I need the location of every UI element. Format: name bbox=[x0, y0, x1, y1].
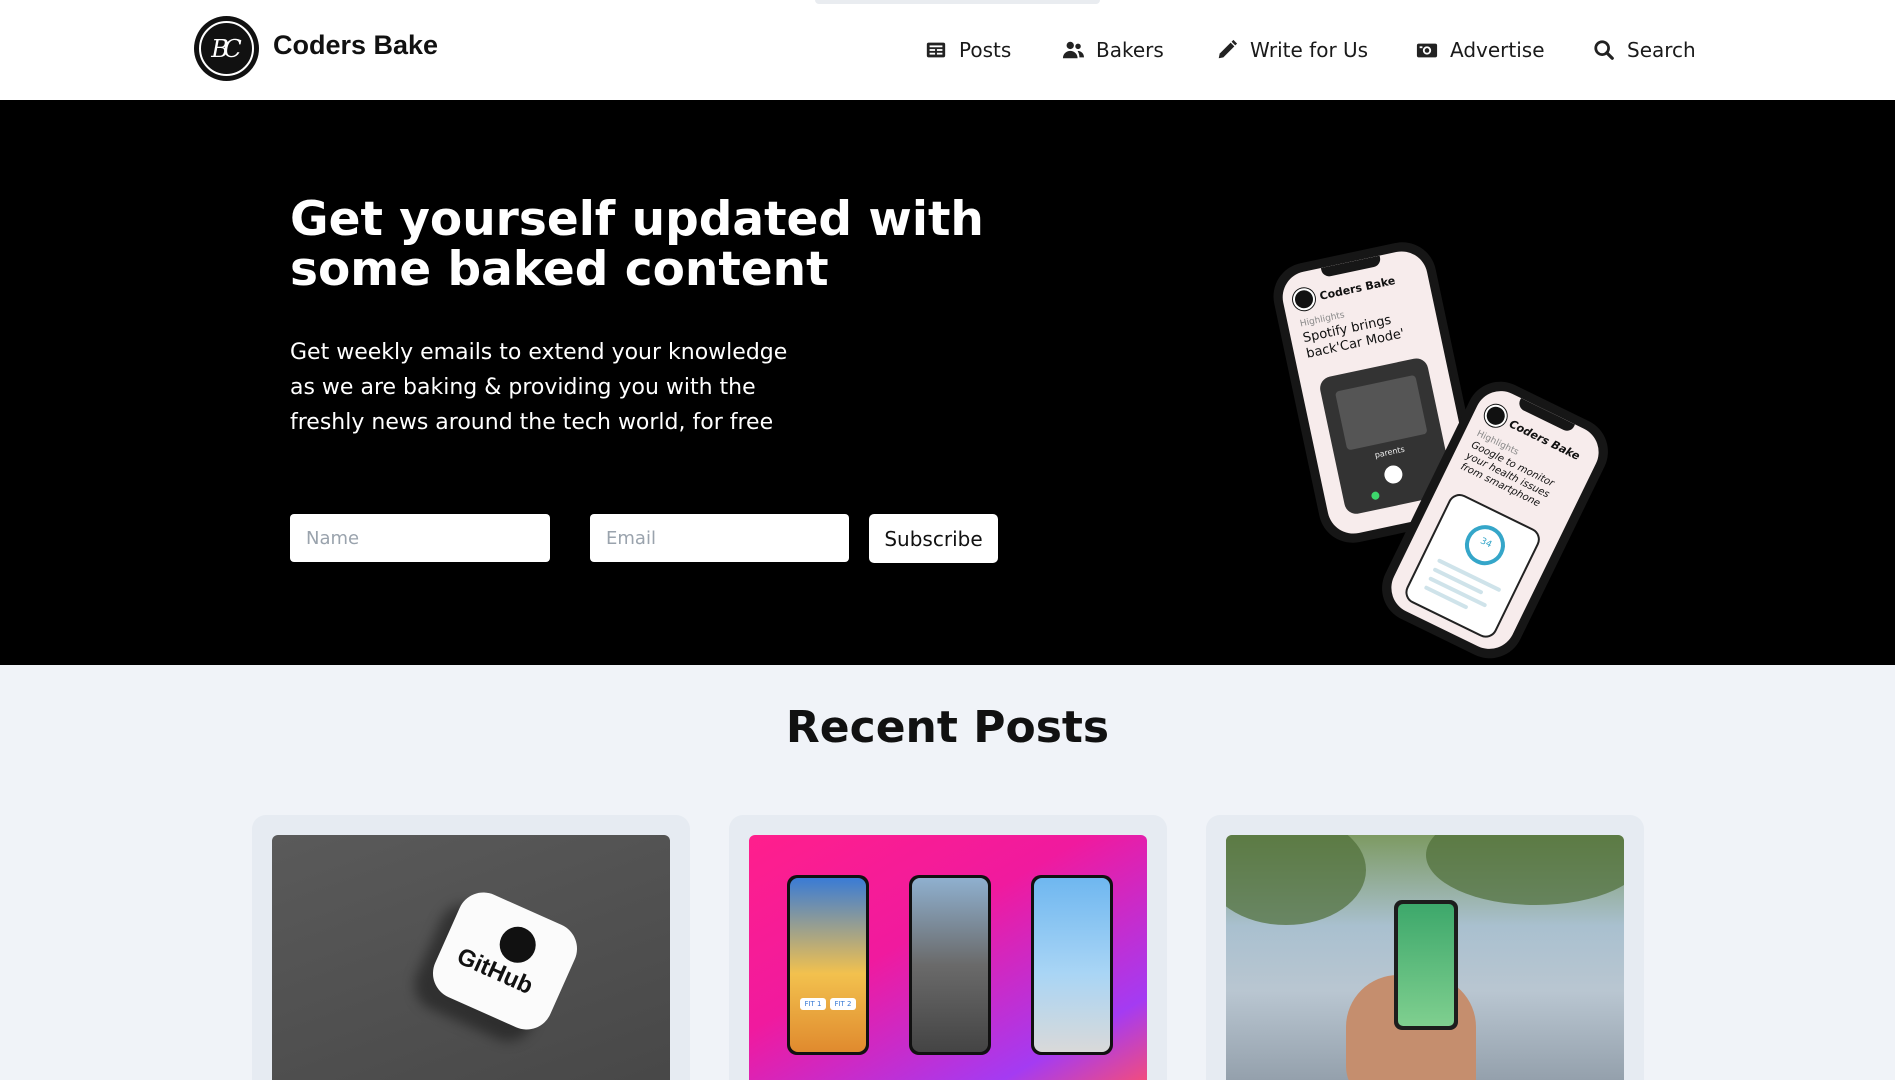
pencil-icon bbox=[1218, 39, 1238, 59]
heart-icon bbox=[1370, 490, 1381, 501]
nav-posts-label: Posts bbox=[959, 38, 1012, 62]
post-image-reels[interactable]: FIT 1 FIT 2 bbox=[749, 835, 1147, 1080]
phone-logo-icon bbox=[1290, 286, 1318, 313]
reels-screen bbox=[1034, 878, 1110, 1052]
tree-shape bbox=[1226, 835, 1366, 925]
phone-logo-icon bbox=[1481, 401, 1511, 431]
reels-phone: FIT 1 FIT 2 bbox=[787, 875, 869, 1055]
nav-advertise[interactable]: Advertise bbox=[1416, 35, 1545, 65]
hero-description: Get weekly emails to extend your knowled… bbox=[290, 340, 788, 435]
handheld-phone bbox=[1394, 900, 1458, 1030]
nav-bakers-label: Bakers bbox=[1096, 38, 1164, 62]
header-tab-shadow bbox=[815, 0, 1100, 4]
reels-phone bbox=[1031, 875, 1113, 1055]
newspaper-icon bbox=[926, 42, 946, 58]
phone-brand-label: Coders Bake bbox=[1318, 273, 1397, 303]
email-input[interactable] bbox=[590, 514, 849, 562]
site-header: BC Coders Bake Posts Bakers Write for Us… bbox=[0, 0, 1895, 100]
post-image-github[interactable]: GitHub bbox=[272, 835, 670, 1080]
post-card[interactable]: GitHub bbox=[252, 815, 690, 1080]
play-icon bbox=[1382, 463, 1405, 486]
reels-phone bbox=[909, 875, 991, 1055]
main-nav: Posts Bakers Write for Us Advertise Sear… bbox=[0, 35, 1895, 65]
reels-tag: FIT 2 bbox=[830, 998, 856, 1010]
name-input[interactable] bbox=[290, 514, 550, 562]
users-icon bbox=[1062, 41, 1084, 59]
tree-shape bbox=[1426, 835, 1624, 905]
post-image-pokemon-go[interactable] bbox=[1226, 835, 1624, 1080]
nav-write-for-us-label: Write for Us bbox=[1250, 38, 1369, 62]
health-ring-value: 34 bbox=[1478, 536, 1494, 551]
nav-posts[interactable]: Posts bbox=[925, 35, 1011, 65]
health-ring-icon: 34 bbox=[1458, 518, 1512, 572]
ad-icon bbox=[1416, 43, 1438, 58]
health-card: 34 bbox=[1401, 489, 1544, 642]
nav-bakers[interactable]: Bakers bbox=[1062, 35, 1164, 65]
subscribe-button[interactable]: Subscribe bbox=[869, 514, 998, 563]
post-card[interactable]: FIT 1 FIT 2 bbox=[729, 815, 1167, 1080]
reels-screen: FIT 1 FIT 2 bbox=[790, 878, 866, 1052]
nav-write-for-us[interactable]: Write for Us bbox=[1216, 35, 1368, 65]
post-card[interactable] bbox=[1206, 815, 1644, 1080]
nav-search-label: Search bbox=[1627, 38, 1696, 62]
recent-posts-title: Recent Posts bbox=[785, 702, 1110, 753]
hero-section: Get yourself updated with some baked con… bbox=[0, 100, 1895, 670]
album-cover bbox=[1334, 374, 1428, 451]
hero-title: Get yourself updated with some baked con… bbox=[290, 192, 984, 297]
reels-tag: FIT 1 bbox=[800, 998, 826, 1010]
phone-map-screen bbox=[1398, 904, 1454, 1026]
search-icon bbox=[1594, 40, 1614, 60]
reels-screen bbox=[912, 878, 988, 1052]
phone-brand: Coders Bake bbox=[1290, 269, 1397, 313]
nav-advertise-label: Advertise bbox=[1450, 38, 1545, 62]
github-cube-icon: GitHub bbox=[424, 884, 586, 1038]
nav-search[interactable]: Search bbox=[1593, 35, 1696, 65]
